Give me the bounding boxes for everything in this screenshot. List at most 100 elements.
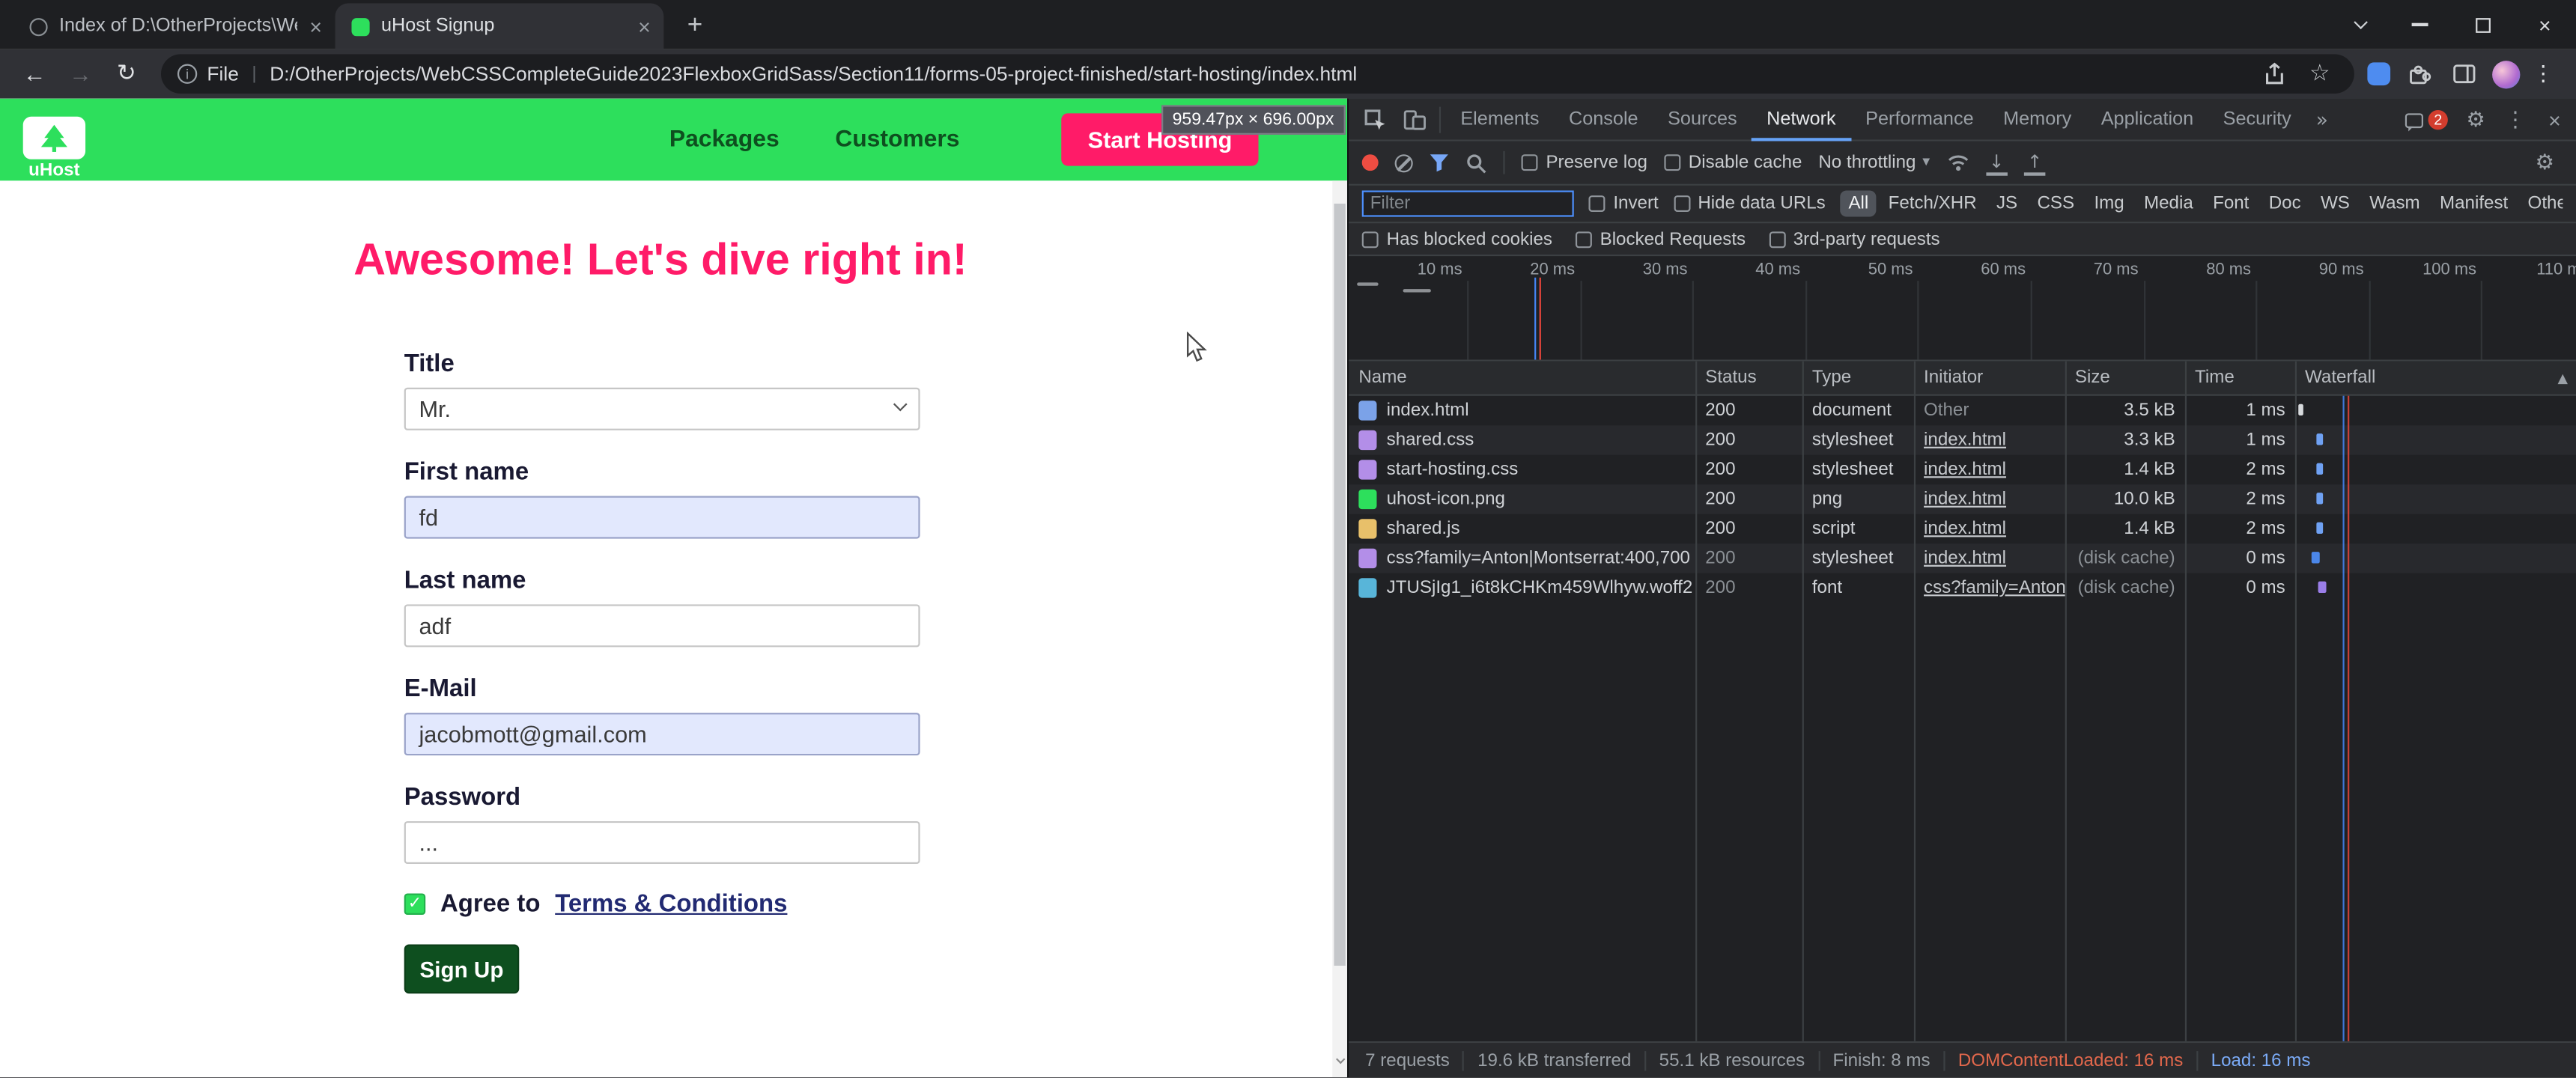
filter-chip-font[interactable]: Font (2205, 190, 2257, 216)
column-header-name[interactable]: Name (1349, 362, 1695, 395)
browser-tab-uhost-signup[interactable]: uHost Signup × (335, 3, 664, 49)
filter-chip-all[interactable]: All (1840, 190, 1877, 217)
nav-packages[interactable]: Packages (669, 127, 780, 153)
request-initiator[interactable]: index.html (1914, 484, 2065, 514)
request-initiator[interactable]: index.html (1914, 543, 2065, 573)
address-bar[interactable]: i File | D:/OtherProjects/WebCSSComplete… (161, 54, 2354, 94)
column-header-status[interactable]: Status (1695, 362, 1802, 395)
maximize-button[interactable] (2451, 0, 2513, 49)
filter-chip-manifest[interactable]: Manifest (2431, 190, 2516, 216)
filter-chip-media[interactable]: Media (2136, 190, 2202, 216)
hide-data-urls-checkbox[interactable]: Hide data URLs (1673, 194, 1826, 213)
network-overview-timeline[interactable]: 10 ms 20 ms 30 ms 40 ms 50 ms 60 ms 70 ms 80 ms… (1349, 256, 2576, 362)
request-row-shared-css[interactable]: shared.css 200 stylesheet index.html 3.3 kB 1… (1349, 425, 2576, 455)
3rd-party-requests-checkbox[interactable]: 3rd-party requests (1768, 229, 1940, 249)
request-name[interactable]: start-hosting.css (1349, 455, 1695, 484)
preserve-log-checkbox[interactable]: Preserve log (1521, 153, 1647, 172)
filter-chip-doc[interactable]: Doc (2261, 190, 2309, 216)
pinned-extension-icon[interactable] (2367, 62, 2391, 86)
nav-customers[interactable]: Customers (835, 127, 959, 153)
browser-tab-index-listing[interactable]: Index of D:\OtherProjects\WebCSSCom × (13, 3, 335, 49)
device-toolbar-icon[interactable] (1395, 100, 1435, 139)
export-har-icon[interactable]: ↑ (2023, 150, 2046, 175)
request-initiator[interactable]: css?family=Anton|M… (1914, 573, 2065, 603)
devtools-menu-icon[interactable]: ⋮ (2497, 100, 2533, 140)
devtools-tab-sources[interactable]: Sources (1653, 98, 1752, 141)
share-icon[interactable] (2255, 62, 2291, 85)
tab-search-icon[interactable] (2333, 0, 2389, 49)
devtools-tab-elements[interactable]: Elements (1446, 98, 1555, 141)
column-header-time[interactable]: Time (2185, 362, 2295, 395)
devtools-close-icon[interactable]: × (2536, 100, 2572, 140)
site-info-icon[interactable]: i (177, 64, 198, 84)
request-row-shared-js[interactable]: shared.js 200 script index.html 1.4 kB 2 ms (1349, 514, 2576, 543)
back-button[interactable]: ← (13, 52, 56, 95)
record-button[interactable] (1361, 154, 1379, 171)
filter-icon[interactable] (1430, 153, 1449, 172)
request-name[interactable]: uhost-icon.png (1349, 484, 1695, 514)
email-input[interactable]: jacobmott@gmail.com (404, 713, 920, 756)
request-name[interactable]: shared.js (1349, 514, 1695, 543)
reload-button[interactable]: ↻ (105, 52, 148, 95)
network-conditions-icon[interactable] (1946, 153, 1969, 172)
first-name-input[interactable]: fd (404, 496, 920, 539)
title-select[interactable]: Mr. (404, 387, 920, 430)
request-name[interactable]: shared.css (1349, 425, 1695, 454)
request-initiator[interactable]: index.html (1914, 514, 2065, 543)
forward-button[interactable]: → (59, 52, 102, 95)
request-row-css-family-anton-montserrat-400-700[interactable]: css?family=Anton|Montserrat:400,700 200 st… (1349, 543, 2576, 573)
request-initiator[interactable]: index.html (1914, 455, 2065, 484)
bookmark-star-icon[interactable]: ☆ (2302, 61, 2338, 87)
tab-close-icon[interactable]: × (309, 14, 322, 39)
filter-chip-fetch-xhr[interactable]: Fetch/XHR (1880, 190, 1985, 216)
inspect-icon[interactable] (1355, 100, 1395, 139)
filter-chip-wasm[interactable]: Wasm (2361, 190, 2428, 216)
search-icon[interactable] (1465, 152, 1487, 174)
filter-chip-js[interactable]: JS (1988, 190, 2026, 216)
uhost-logo[interactable]: uHost (22, 115, 86, 180)
network-filter-input[interactable]: Filter (1361, 190, 1574, 217)
scrollbar-thumb[interactable] (1334, 204, 1346, 966)
page-scrollbar[interactable] (1332, 180, 1347, 1078)
window-close-button[interactable]: × (2514, 0, 2576, 49)
tab-close-icon[interactable]: × (638, 14, 651, 39)
has-blocked-cookies-checkbox[interactable]: Has blocked cookies (1361, 229, 1552, 249)
request-name[interactable]: JTUSjIg1_i6t8kCHKm459Wlhyw.woff2 (1349, 573, 1695, 603)
terms-link[interactable]: Terms & Conditions (555, 890, 787, 918)
disable-cache-checkbox[interactable]: Disable cache (1663, 153, 1802, 172)
more-tabs-icon[interactable]: » (2306, 108, 2338, 131)
filter-chip-css[interactable]: CSS (2029, 190, 2083, 216)
column-header-size[interactable]: Size (2065, 362, 2185, 395)
devtools-tab-console[interactable]: Console (1554, 98, 1653, 141)
devtools-tab-application[interactable]: Application (2086, 98, 2208, 141)
request-name[interactable]: css?family=Anton|Montserrat:400,700 (1349, 543, 1695, 573)
sign-up-button[interactable]: Sign Up (404, 944, 520, 994)
scrollbar-down-arrow-icon[interactable] (1334, 1054, 1345, 1073)
request-row-start-hosting-css[interactable]: start-hosting.css 200 stylesheet index.html… (1349, 455, 2576, 484)
import-har-icon[interactable]: ↓ (1985, 150, 2008, 175)
devtools-tab-memory[interactable]: Memory (1988, 98, 2086, 141)
request-initiator[interactable]: index.html (1914, 425, 2065, 454)
filter-chip-ws[interactable]: WS (2312, 190, 2358, 216)
request-row-uhost-icon-png[interactable]: uhost-icon.png 200 png index.html 10.0 kB 2 m… (1349, 484, 2576, 514)
devtools-tab-performance[interactable]: Performance (1850, 98, 1988, 141)
profile-avatar[interactable] (2492, 60, 2521, 88)
extensions-puzzle-icon[interactable] (2400, 61, 2436, 86)
minimize-button[interactable] (2389, 0, 2451, 49)
console-errors-badge[interactable]: 2 (2405, 109, 2448, 131)
invert-checkbox[interactable]: Invert (1588, 194, 1659, 213)
devtools-tab-network[interactable]: Network (1752, 98, 1850, 141)
filter-chip-other[interactable]: Other (2520, 190, 2563, 216)
devtools-settings-icon[interactable]: ⚙ (2458, 100, 2494, 140)
password-input[interactable]: ... (404, 820, 920, 864)
clear-button[interactable] (1394, 153, 1413, 172)
terms-checkbox[interactable]: ✓ (404, 893, 426, 915)
request-name[interactable]: index.html (1349, 396, 1695, 425)
blocked-requests-checkbox[interactable]: Blocked Requests (1575, 229, 1746, 249)
throttling-select[interactable]: No throttling ▾ (1818, 153, 1930, 172)
last-name-input[interactable]: adf (404, 604, 920, 648)
column-header-initiator[interactable]: Initiator (1914, 362, 2065, 395)
column-header-waterfall[interactable]: Waterfall ▲ (2295, 362, 2576, 395)
column-header-type[interactable]: Type (1802, 362, 1914, 395)
new-tab-button[interactable]: + (673, 5, 716, 48)
